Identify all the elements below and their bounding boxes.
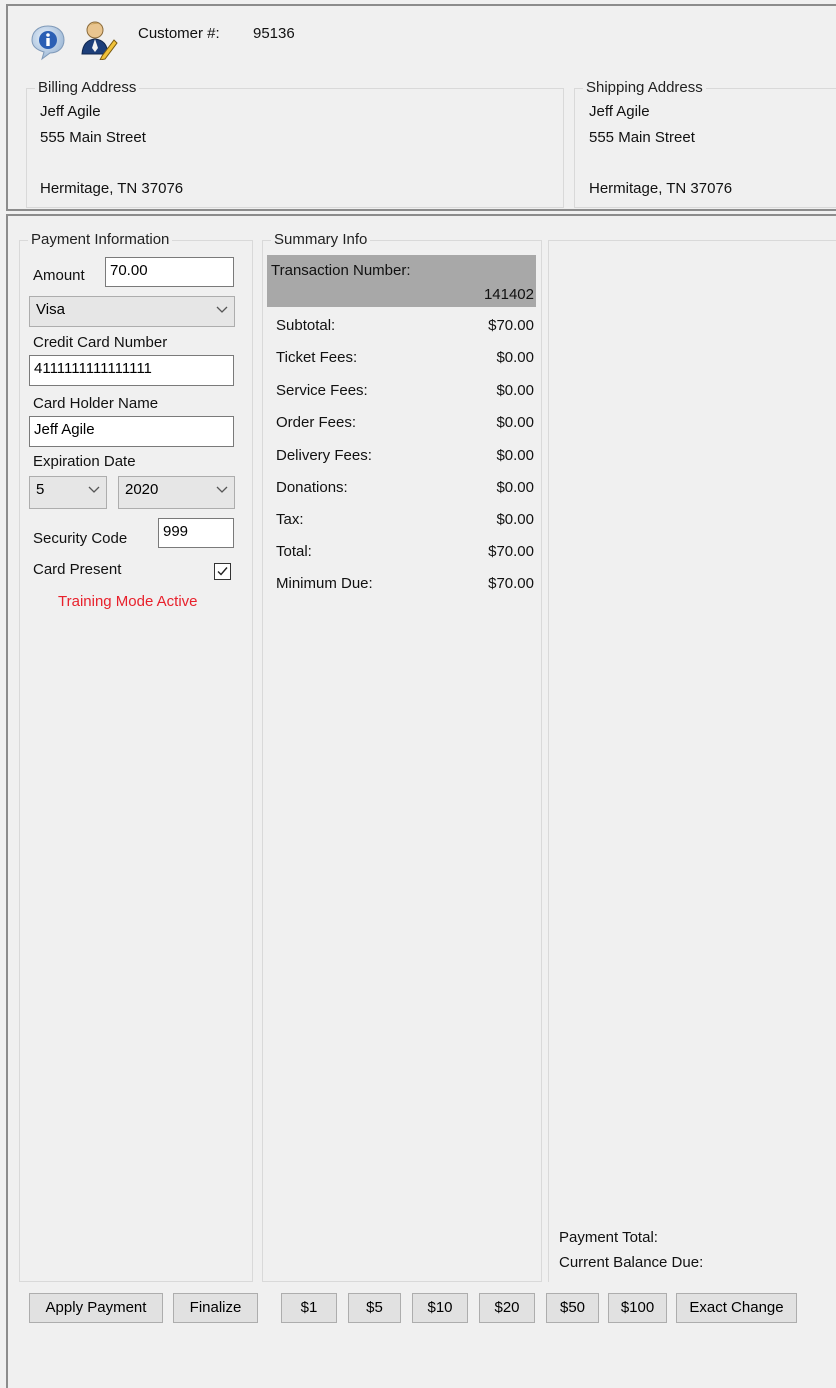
summary-row-value: $0.00 — [496, 349, 534, 366]
card-present-checkbox[interactable] — [214, 563, 231, 580]
expiration-year-select[interactable]: 2020 — [118, 476, 235, 509]
card-present-label: Card Present — [33, 561, 122, 578]
payments-list-area — [548, 240, 836, 1282]
card-holder-name-input[interactable]: Jeff Agile — [29, 416, 234, 447]
exact-change-button[interactable]: Exact Change — [676, 1293, 797, 1323]
expiration-year-value: 2020 — [125, 481, 159, 498]
credit-card-number-input[interactable]: 4111111111111111 — [29, 355, 234, 386]
cash-1-button[interactable]: $1 — [281, 1293, 337, 1323]
summary-row-value: $0.00 — [496, 382, 534, 399]
card-holder-name-label: Card Holder Name — [33, 395, 159, 412]
chevron-down-icon — [216, 486, 228, 493]
expiration-month-value: 5 — [36, 481, 45, 498]
cash-10-button[interactable]: $10 — [412, 1293, 468, 1323]
current-balance-due-label: Current Balance Due: — [559, 1254, 704, 1271]
summary-row-value: $0.00 — [496, 447, 534, 464]
billing-city-state-zip: Hermitage, TN 37076 — [40, 180, 184, 197]
transaction-number-value: 141402 — [483, 286, 534, 303]
training-mode-label: Training Mode Active — [58, 593, 198, 610]
summary-row-label: Ticket Fees: — [276, 349, 358, 366]
cash-5-button[interactable]: $5 — [348, 1293, 401, 1323]
summary-row-value: $0.00 — [496, 479, 534, 496]
summary-row-value: $0.00 — [496, 511, 534, 528]
summary-row-label: Total: — [276, 543, 312, 560]
billing-street: 555 Main Street — [40, 129, 146, 146]
expiration-date-label: Expiration Date — [33, 453, 136, 470]
summary-row-value: $70.00 — [488, 575, 534, 592]
summary-row-label: Donations: — [276, 479, 348, 496]
summary-row-value: $70.00 — [488, 317, 534, 334]
card-type-value: Visa — [36, 301, 65, 318]
summary-row-label: Order Fees: — [276, 414, 357, 431]
summary-info-caption: Summary Info — [271, 231, 371, 248]
amount-label: Amount — [33, 267, 85, 284]
shipping-city-state-zip: Hermitage, TN 37076 — [589, 180, 733, 197]
summary-row-label: Delivery Fees: — [276, 447, 372, 464]
expiration-month-select[interactable]: 5 — [29, 476, 107, 509]
summary-row-label: Tax: — [276, 511, 304, 528]
payment-total-label: Payment Total: — [559, 1229, 658, 1246]
finalize-button[interactable]: Finalize — [173, 1293, 258, 1323]
shipping-street: 555 Main Street — [589, 129, 695, 146]
chevron-down-icon — [88, 486, 100, 493]
amount-input[interactable]: 70.00 — [105, 257, 234, 287]
card-type-select[interactable]: Visa — [29, 296, 235, 327]
checkmark-icon — [217, 567, 228, 576]
security-code-label: Security Code — [33, 530, 128, 547]
summary-row-value: $70.00 — [488, 543, 534, 560]
customer-number-value: 95136 — [253, 25, 295, 42]
transaction-number-label: Transaction Number: — [271, 262, 411, 279]
apply-payment-button[interactable]: Apply Payment — [29, 1293, 163, 1323]
payment-information-caption: Payment Information — [28, 231, 173, 248]
billing-address-caption: Billing Address — [35, 79, 140, 96]
customer-number-label: Customer #: — [138, 25, 220, 42]
summary-row-label: Minimum Due: — [276, 575, 373, 592]
credit-card-number-label: Credit Card Number — [33, 334, 168, 351]
summary-row-label: Subtotal: — [276, 317, 336, 334]
summary-row-value: $0.00 — [496, 414, 534, 431]
shipping-address-caption: Shipping Address — [583, 79, 706, 96]
security-code-input[interactable]: 999 — [158, 518, 234, 548]
cash-50-button[interactable]: $50 — [546, 1293, 599, 1323]
user-edit-icon[interactable] — [78, 18, 118, 61]
chevron-down-icon — [216, 306, 228, 313]
cash-100-button[interactable]: $100 — [608, 1293, 667, 1323]
shipping-name: Jeff Agile — [589, 103, 650, 120]
cash-20-button[interactable]: $20 — [479, 1293, 535, 1323]
billing-name: Jeff Agile — [40, 103, 101, 120]
summary-row-label: Service Fees: — [276, 382, 368, 399]
info-icon[interactable] — [28, 22, 68, 62]
